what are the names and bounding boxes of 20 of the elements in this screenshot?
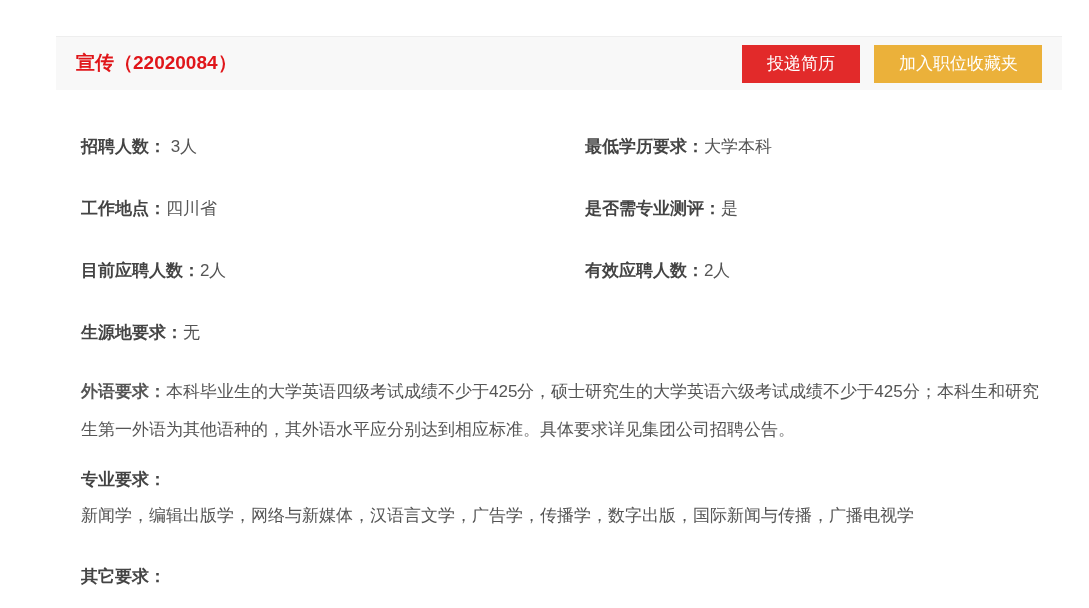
field-value: 新闻学，编辑出版学，网络与新媒体，汉语言文学，广告学，传播学，数字出版，国际新闻与传播，广播电视学 xyxy=(81,504,915,527)
field-label: 有效应聘人数： xyxy=(585,260,704,282)
field-label: 是否需专业测评： xyxy=(585,198,721,220)
submit-resume-button[interactable]: 投递简历 xyxy=(742,44,860,83)
field-value: 2人 xyxy=(704,260,731,282)
field-value: 2人 xyxy=(200,260,227,282)
field-value: 四川省 xyxy=(166,198,217,220)
field-value: 无 xyxy=(183,322,200,344)
field-label: 专业要求： xyxy=(81,469,167,491)
field-label: 目前应聘人数： xyxy=(81,260,200,282)
field-value: 是 xyxy=(721,198,738,220)
field-value: 大学本科 xyxy=(704,136,772,158)
field-label: 工作地点： xyxy=(81,198,166,220)
language-requirement: 外语要求：本科毕业生的大学英语四级考试成绩不少于425分，硕士研究生的大学英语六级考试成绩不少于425分；本科生和研究生第一外语为其他语种的，其外语水平应分别达到相应标准。具体要求详见集团公司招聘公告。 xyxy=(81,381,1040,441)
field-label: 其它要求： xyxy=(81,566,167,588)
field-label: 最低学历要求： xyxy=(585,136,704,158)
field-label: 招聘人数： xyxy=(81,136,166,158)
job-title: 宣传（22020084） xyxy=(76,51,238,76)
field-label: 生源地要求： xyxy=(81,322,183,344)
field-value: 3人 xyxy=(169,136,198,158)
